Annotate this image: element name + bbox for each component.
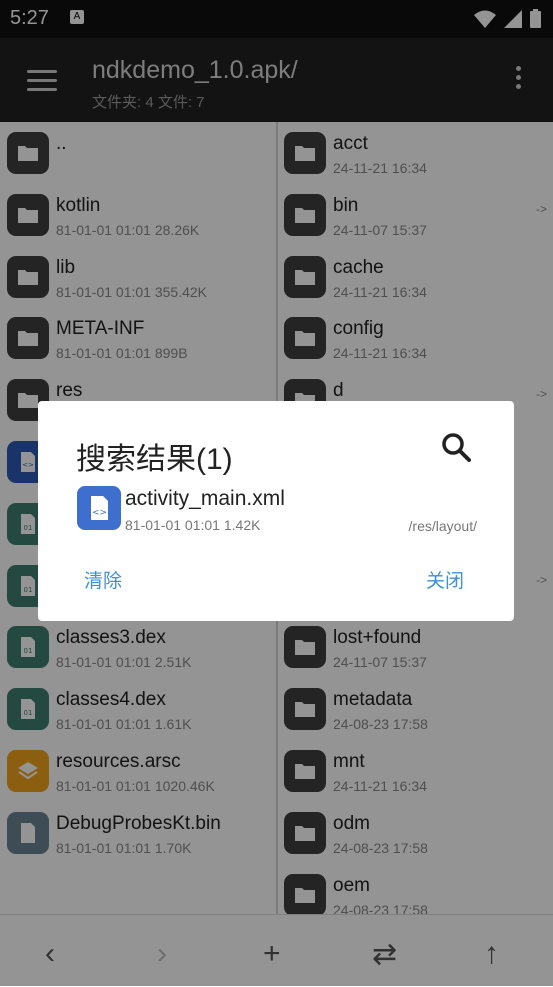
dialog-title: 搜索结果(1): [76, 443, 233, 476]
result-file-name[interactable]: activity_main.xml: [125, 487, 285, 511]
result-file-path: /res/layout/: [408, 518, 477, 534]
xml-file-icon[interactable]: <>: [77, 486, 121, 530]
result-file-meta: 81-01-01 01:01 1.42K: [125, 517, 261, 533]
close-button[interactable]: 关闭: [426, 566, 464, 593]
clear-button[interactable]: 清除: [84, 566, 122, 593]
svg-text:<>: <>: [92, 508, 107, 518]
search-results-dialog: 搜索结果(1) <> activity_main.xml 81-01-01 01…: [38, 401, 514, 621]
search-icon[interactable]: [440, 431, 472, 463]
